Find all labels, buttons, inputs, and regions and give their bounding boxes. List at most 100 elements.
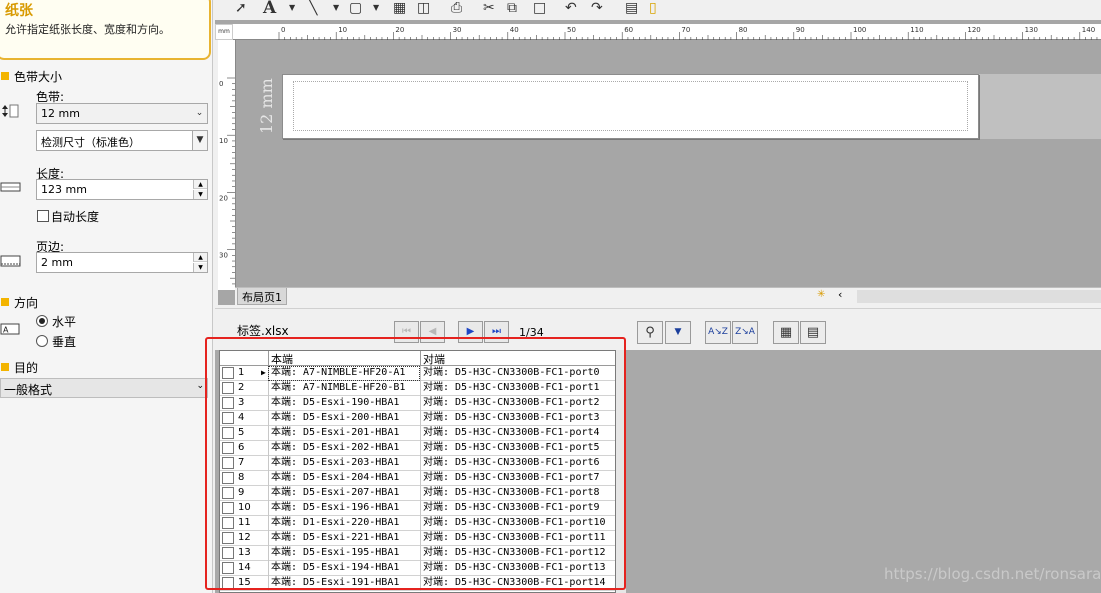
cell-local[interactable]: 本端: D5-Esxi-207-HBA1 (268, 486, 420, 501)
dropdown-arrow-icon[interactable]: ▼ (289, 0, 295, 18)
cell-local[interactable]: 本端: D5-Esxi-190-HBA1 (268, 396, 420, 411)
horizontal-radio[interactable] (36, 315, 48, 327)
spin-down-icon[interactable]: ▼ (193, 263, 207, 272)
search-button[interactable]: ⚲ (637, 321, 663, 344)
table-row[interactable]: 5 本端: D5-Esxi-201-HBA1 对端: D5-H3C-CN3300B-… (220, 426, 615, 441)
shape-tool-icon[interactable]: ▢ (349, 0, 362, 18)
database-icon[interactable]: ◫ (417, 0, 430, 18)
cell-remote[interactable]: 对端: D5-H3C-CN3300B-FC1-port11 (420, 531, 615, 546)
layout-canvas[interactable]: mm 0 10 20 30 40 50 60 70 80 90 100 110 120 130 140 0 1… (215, 20, 1101, 305)
table-row[interactable]: 6 本端: D5-Esxi-202-HBA1 对端: D5-H3C-CN3300B-… (220, 441, 615, 456)
tape-size-select[interactable]: 12 mm ⌄ (36, 103, 208, 124)
cell-local[interactable]: 本端: D5-Esxi-191-HBA1 (268, 576, 420, 591)
cell-local[interactable]: 本端: D5-Esxi-204-HBA1 (268, 471, 420, 486)
row-checkbox[interactable] (222, 577, 234, 589)
row-checkbox[interactable] (222, 397, 234, 409)
cell-local[interactable]: 本端: A7-NIMBLE-HF20-B1 (268, 381, 420, 396)
table-row[interactable]: 11 本端: D1-Esxi-220-HBA1 对端: D5-H3C-CN3300B… (220, 516, 615, 531)
purpose-select[interactable]: 一般格式 ⌄ (0, 378, 208, 398)
horizontal-scrollbar[interactable] (857, 290, 1101, 303)
row-checkbox[interactable] (222, 472, 234, 484)
row-checkbox[interactable] (222, 547, 234, 559)
table-row[interactable]: 15 本端: D5-Esxi-191-HBA1 对端: D5-H3C-CN3300B… (220, 576, 615, 591)
row-checkbox[interactable] (222, 517, 234, 529)
align-icon[interactable]: ▤ (625, 0, 638, 18)
row-checkbox[interactable] (222, 562, 234, 574)
length-field[interactable]: 123 mm ▲ ▼ (36, 179, 208, 200)
spin-up-icon[interactable]: ▲ (193, 180, 207, 189)
prev-record-button[interactable]: ◀ (420, 321, 445, 343)
cell-remote[interactable]: 对端: D5-H3C-CN3300B-FC1-port5 (420, 441, 615, 456)
paste-icon[interactable]: □ (533, 0, 546, 18)
line-tool-icon[interactable]: ╲ (309, 0, 317, 18)
row-checkbox[interactable] (222, 442, 234, 454)
cell-local[interactable]: 本端: D5-Esxi-200-HBA1 (268, 411, 420, 426)
cut-icon[interactable]: ✂ (483, 0, 495, 18)
cell-local[interactable]: 本端: D5-Esxi-221-HBA1 (268, 531, 420, 546)
sort-ascending-button[interactable]: A↘Z (705, 321, 731, 344)
vertical-radio[interactable] (36, 335, 48, 347)
cell-remote[interactable]: 对端: D5-H3C-CN3300B-FC1-port12 (420, 546, 615, 561)
redo-icon[interactable]: ↷ (591, 0, 603, 18)
cell-remote[interactable]: 对端: D5-H3C-CN3300B-FC1-port4 (420, 426, 615, 441)
table-icon[interactable]: ▦ (393, 0, 406, 18)
cell-remote[interactable]: 对端: D5-H3C-CN3300B-FC1-port8 (420, 486, 615, 501)
print-icon[interactable]: ⎙ (451, 0, 462, 18)
dropdown-arrow-icon[interactable]: ▼ (373, 0, 379, 18)
copy-icon[interactable]: ⧉ (507, 0, 517, 18)
table-row[interactable]: 4 本端: D5-Esxi-200-HBA1 对端: D5-H3C-CN3300B-… (220, 411, 615, 426)
cell-local[interactable]: 本端: A7-NIMBLE-HF20-A1 (268, 366, 420, 381)
table-row[interactable]: 2 本端: A7-NIMBLE-HF20-B1 对端: D5-H3C-CN3300B… (220, 381, 615, 396)
last-record-button[interactable]: ⏭ (484, 321, 509, 343)
cell-remote[interactable]: 对端: D5-H3C-CN3300B-FC1-port0 (420, 366, 615, 381)
table-row[interactable]: 1 ▶ 本端: A7-NIMBLE-HF20-A1 对端: D5-H3C-CN3300… (220, 366, 615, 381)
row-checkbox[interactable] (222, 487, 234, 499)
tab-layout-page-1[interactable]: 布局页1 (237, 288, 287, 305)
vertical-scrollbar[interactable] (616, 350, 626, 593)
table-row[interactable]: 3 本端: D5-Esxi-190-HBA1 对端: D5-H3C-CN3300B-… (220, 396, 615, 411)
row-checkbox[interactable] (222, 412, 234, 424)
table-row[interactable]: 12 本端: D5-Esxi-221-HBA1 对端: D5-H3C-CN3300B… (220, 531, 615, 546)
table-row[interactable]: 14 本端: D5-Esxi-194-HBA1 对端: D5-H3C-CN3300B… (220, 561, 615, 576)
spin-down-icon[interactable]: ▼ (193, 190, 207, 199)
row-checkbox[interactable] (222, 532, 234, 544)
cell-remote[interactable]: 对端: D5-H3C-CN3300B-FC1-port7 (420, 471, 615, 486)
cell-local[interactable]: 本端: D5-Esxi-203-HBA1 (268, 456, 420, 471)
cell-local[interactable]: 本端: D5-Esxi-202-HBA1 (268, 441, 420, 456)
row-checkbox[interactable] (222, 427, 234, 439)
row-checkbox[interactable] (222, 367, 234, 379)
first-record-button[interactable]: ⏮ (394, 321, 419, 343)
cell-local[interactable]: 本端: D5-Esxi-196-HBA1 (268, 501, 420, 516)
cell-remote[interactable]: 对端: D5-H3C-CN3300B-FC1-port1 (420, 381, 615, 396)
spin-up-icon[interactable]: ▲ (193, 253, 207, 262)
undo-icon[interactable]: ↶ (565, 0, 577, 18)
cell-local[interactable]: 本端: D5-Esxi-195-HBA1 (268, 546, 420, 561)
cell-remote[interactable]: 对端: D5-H3C-CN3300B-FC1-port3 (420, 411, 615, 426)
scroll-left-icon[interactable]: ‹ (838, 288, 842, 301)
row-checkbox[interactable] (222, 457, 234, 469)
next-record-button[interactable]: ▶ (458, 321, 483, 343)
cell-remote[interactable]: 对端: D5-H3C-CN3300B-FC1-port6 (420, 456, 615, 471)
row-checkbox[interactable] (222, 382, 234, 394)
text-tool-icon[interactable]: A (263, 0, 276, 18)
table-row[interactable]: 13 本端: D5-Esxi-195-HBA1 对端: D5-H3C-CN3300B… (220, 546, 615, 561)
detect-size-select[interactable]: 检测尺寸（标准色） ▼ (36, 130, 208, 151)
table-row[interactable]: 10 本端: D5-Esxi-196-HBA1 对端: D5-H3C-CN3300B… (220, 501, 615, 516)
cylinder-icon[interactable]: ▯ (649, 0, 657, 18)
cell-remote[interactable]: 对端: D5-H3C-CN3300B-FC1-port13 (420, 561, 615, 576)
table-row[interactable]: 7 本端: D5-Esxi-203-HBA1 对端: D5-H3C-CN3300B-… (220, 456, 615, 471)
cell-remote[interactable]: 对端: D5-H3C-CN3300B-FC1-port14 (420, 576, 615, 591)
form-view-button[interactable]: ▤ (800, 321, 826, 344)
table-row[interactable]: 9 本端: D5-Esxi-207-HBA1 对端: D5-H3C-CN3300B-… (220, 486, 615, 501)
printable-area[interactable] (293, 81, 968, 131)
sort-descending-button[interactable]: Z↘A (732, 321, 758, 344)
column-header-remote[interactable]: 对端 (420, 351, 615, 366)
new-page-icon[interactable]: ✳ (817, 289, 825, 300)
column-header-local[interactable]: 本端 (268, 351, 420, 366)
cell-remote[interactable]: 对端: D5-H3C-CN3300B-FC1-port9 (420, 501, 615, 516)
cell-local[interactable]: 本端: D1-Esxi-220-HBA1 (268, 516, 420, 531)
cell-remote[interactable]: 对端: D5-H3C-CN3300B-FC1-port2 (420, 396, 615, 411)
filter-button[interactable]: ▼ (665, 321, 691, 344)
database-table[interactable]: 本端 对端 1 ▶ 本端: A7-NIMBLE-HF20-A1 对端: D5-H3C-… (219, 350, 616, 593)
table-row[interactable]: 8 本端: D5-Esxi-204-HBA1 对端: D5-H3C-CN3300B-… (220, 471, 615, 486)
